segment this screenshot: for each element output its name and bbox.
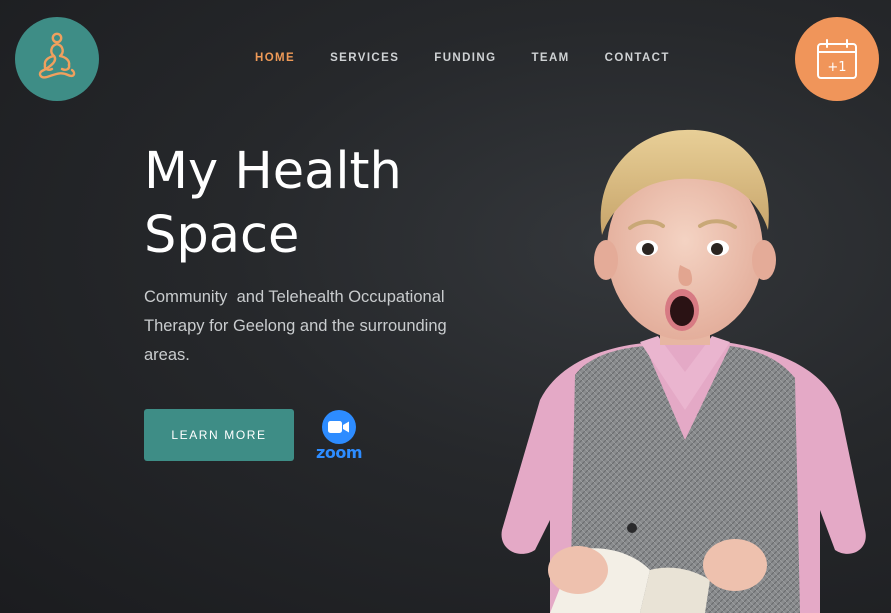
hero-subtitle: Community and Telehealth Occupational Th… [144,288,452,364]
surprised-child-with-book-image [501,129,866,613]
main-nav: HOME SERVICES FUNDING TEAM CONTACT [255,52,670,64]
zoom-logo[interactable]: zoom [312,410,366,462]
nav-team[interactable]: TEAM [531,52,569,64]
learn-more-button[interactable]: LEARN MORE [144,409,294,461]
site-logo[interactable] [15,17,99,101]
nav-contact[interactable]: CONTACT [605,52,670,64]
calendar-plus-one-text: +1 [827,60,846,75]
calendar-plus-one-icon: +1 [817,39,857,79]
zoom-camera-icon [322,410,356,444]
nav-home[interactable]: HOME [255,52,295,64]
hero-title: My Health Space [144,142,402,265]
meditation-figure-icon [38,32,76,79]
nav-services[interactable]: SERVICES [330,52,399,64]
nav-funding[interactable]: FUNDING [434,52,496,64]
zoom-wordmark: zoom [316,443,362,462]
page: HOME SERVICES FUNDING TEAM CONTACT +1 My… [0,0,891,613]
book-appointment-button[interactable]: +1 [795,17,879,101]
